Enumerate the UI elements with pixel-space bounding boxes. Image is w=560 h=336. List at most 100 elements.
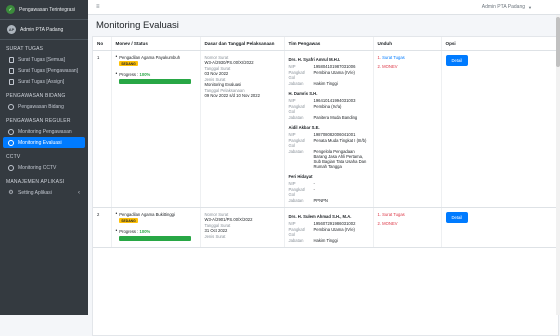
monev-table-card: No Monev / Status Dasar dan Tanggal Pela… xyxy=(92,36,559,336)
member-jabatan: Hakim Tinggi xyxy=(313,81,338,86)
col-header-tim-pengawas: Tim Pengawas xyxy=(284,37,374,51)
member-name: Drs. H. Syafri Amrul M.H.I. xyxy=(288,57,341,62)
sidebar-item-label: Pengawasan Bidang xyxy=(18,103,64,110)
user-name[interactable]: Admin PTA Padang xyxy=(20,27,63,33)
col-header-monev-status: Monev / Status xyxy=(111,37,201,51)
col-header-unduh: Unduh xyxy=(373,37,442,51)
cell-tim-pengawas: Drs. H. Syafri Amrul M.H.I. NIP 195804101… xyxy=(284,50,374,208)
progress-value: 100% xyxy=(139,72,151,77)
top-user-menu[interactable]: Admin PTA Padang ▼ xyxy=(482,4,532,10)
document-icon xyxy=(8,67,14,74)
detail-button[interactable]: Detail xyxy=(445,55,469,66)
document-icon xyxy=(8,78,14,85)
sidebar-item-surat-tugas-semua[interactable]: Surat Tugas [Semua] xyxy=(3,54,85,65)
sidebar-item-label: Surat Tugas [Pengawasan] xyxy=(18,67,79,74)
member-jabatan: Pengelola Pengadaan Barang Jasa Ahli Per… xyxy=(313,149,367,169)
member-nip: 195607291986031002 xyxy=(313,221,356,226)
sidebar-item-monitoring-evaluasi[interactable]: Monitoring Evaluasi xyxy=(3,137,85,148)
court-name: Pengadilan Agama Payakumbuh xyxy=(119,55,181,60)
brand-name: Pengawasan Terintegrasi xyxy=(19,6,76,13)
cell-monev-status: • Pengadilan Agama Bukittinggi SEDANG • … xyxy=(111,207,201,248)
sidebar-item-label: Monitoring Evaluasi xyxy=(18,139,62,146)
circle-icon xyxy=(8,164,14,171)
cell-tim-pengawas: Drs. H. Sulem Ahmad S.H., M.A. NIP 195607… xyxy=(284,207,374,248)
member-nip: - xyxy=(313,181,315,186)
member-name: Drs. H. Sulem Ahmad S.H., M.A. xyxy=(288,214,352,219)
progress-bar xyxy=(119,79,192,84)
progress-item: • Progress : 100% xyxy=(116,72,196,84)
member-jabatan: PPNPN xyxy=(313,198,328,203)
court-item: • Pengadilan Agama Bukittinggi SEDANG xyxy=(115,211,175,223)
member-name: H. Damris S.H. xyxy=(288,91,318,96)
page-scrollbar[interactable] xyxy=(556,15,560,315)
download-surat-tugas-link[interactable]: Surat Tugas xyxy=(382,212,405,217)
nomor-value: W3-A/2901/PS.00/X/2022 xyxy=(204,217,253,222)
member-name: Aidil Akbar S.E. xyxy=(288,125,320,130)
member-pangkat: Pembina (IV/a) xyxy=(313,104,342,109)
circle-icon xyxy=(8,139,14,146)
brand[interactable]: ✓ Pengawasan Terintegrasi xyxy=(0,0,88,20)
download-monev-link[interactable]: MONEV xyxy=(382,221,397,226)
nav-header-pengawasan-reguler: PENGAWASAN REGULER xyxy=(6,118,71,124)
cell-no: 1 xyxy=(93,50,112,208)
circle-icon xyxy=(8,128,14,135)
progress-fill xyxy=(119,236,192,241)
cell-dasar-tanggal: Nomor Surat W3-A/2901/PS.00/X/2022 Tangg… xyxy=(200,207,285,248)
nav-header-pengawasan-bidang: PENGAWASAN BIDANG xyxy=(6,93,66,99)
jenis-label: Jenis Surat xyxy=(204,234,226,239)
sidebar-item-monitoring-pengawasan[interactable]: Monitoring Pengawasan xyxy=(3,126,85,137)
progress-bar xyxy=(119,236,192,241)
col-header-no: No xyxy=(93,37,112,51)
progress-label: Progress : xyxy=(119,229,139,234)
avatar: AP xyxy=(7,25,16,34)
tanggal-value: 03 Nov 2022 xyxy=(204,71,229,76)
court-name: Pengadilan Agama Bukittinggi xyxy=(119,212,175,217)
chevron-left-icon: ‹ xyxy=(78,189,80,196)
sidebar-item-label: Setting Aplikasi xyxy=(18,189,52,196)
brand-logo-icon: ✓ xyxy=(6,5,15,14)
detail-button[interactable]: Detail xyxy=(445,212,469,223)
pelaksanaan-value: 09 Nov 2022 s/d 10 Nov 2022 xyxy=(204,93,260,98)
member-nip: 195804101987031006 xyxy=(313,64,356,69)
sidebar-item-pengawasan-bidang[interactable]: Pengawasan Bidang xyxy=(3,101,85,112)
progress-item: • Progress : 100% xyxy=(116,229,196,241)
page-title: Monitoring Evaluasi xyxy=(96,20,179,31)
jenis-value: Monitoring Evaluasi xyxy=(204,82,242,87)
document-icon xyxy=(8,56,14,63)
status-badge: SEDANG xyxy=(119,61,138,66)
topbar: ≡ Admin PTA Padang ▼ xyxy=(88,0,560,15)
member-pangkat: Penata Muda Tingkat I (III/b) xyxy=(313,138,367,143)
cell-unduh: 1. Surat Tugas 2. MONEV xyxy=(373,207,442,248)
sidebar-item-monitoring-cctv[interactable]: Monitoring CCTV xyxy=(3,162,85,173)
member-name: Feri Hidayat xyxy=(288,174,313,179)
member-nip: 196410141994031003 xyxy=(313,98,356,103)
sidebar-item-label: Surat Tugas [Semua] xyxy=(18,56,65,63)
sidebar-item-surat-tugas-assign[interactable]: Surat Tugas [Assign] xyxy=(3,76,85,87)
member-pangkat: Pembina Utama (IV/e) xyxy=(313,70,355,75)
circle-icon xyxy=(8,103,14,110)
member-jabatan: Panitera Muda Banding xyxy=(313,115,358,120)
main-content: Monitoring Evaluasi No Monev / Status Da… xyxy=(88,15,560,336)
cell-monev-status: • Pengadilan Agama Payakumbuh SEDANG • P… xyxy=(111,50,201,208)
user-panel[interactable]: AP Admin PTA Padang xyxy=(0,20,88,40)
sidebar-item-label: Surat Tugas [Assign] xyxy=(18,78,65,85)
sidebar-item-label: Monitoring Pengawasan xyxy=(18,128,72,135)
col-header-dasar-tanggal: Dasar dan Tanggal Pelaksanaan xyxy=(200,37,285,51)
cell-unduh: 1. Surat Tugas 2. MONEV xyxy=(373,50,442,208)
nav-header-manajemen-aplikasi: MANAJEMEN APLIKASI xyxy=(6,179,65,185)
gear-icon: ⚙ xyxy=(8,190,14,196)
table-row: 1 • Pengadilan Agama Payakumbuh SEDANG • xyxy=(93,50,558,208)
table-header-row: No Monev / Status Dasar dan Tanggal Pela… xyxy=(93,37,558,51)
member-pangkat: Pembina Utama (IV/e) xyxy=(313,227,355,232)
download-surat-tugas-link[interactable]: Surat Tugas xyxy=(382,55,405,60)
scrollbar-thumb[interactable] xyxy=(556,17,560,67)
download-monev-link[interactable]: MONEV xyxy=(382,64,397,69)
monev-table: No Monev / Status Dasar dan Tanggal Pela… xyxy=(93,37,558,248)
sidebar-item-setting-aplikasi[interactable]: ⚙ Setting Aplikasi ‹ xyxy=(3,187,85,198)
menu-icon[interactable]: ≡ xyxy=(96,4,100,10)
tanggal-value: 31 Oct 2022 xyxy=(204,228,228,233)
sidebar-item-surat-tugas-pengawasan[interactable]: Surat Tugas [Pengawasan] xyxy=(3,65,85,76)
nav-header-cctv: CCTV xyxy=(6,154,21,160)
cell-opsi: Detail xyxy=(441,50,558,208)
nomor-value: W3-A/2930/PS.00/XI/2022 xyxy=(204,60,254,65)
